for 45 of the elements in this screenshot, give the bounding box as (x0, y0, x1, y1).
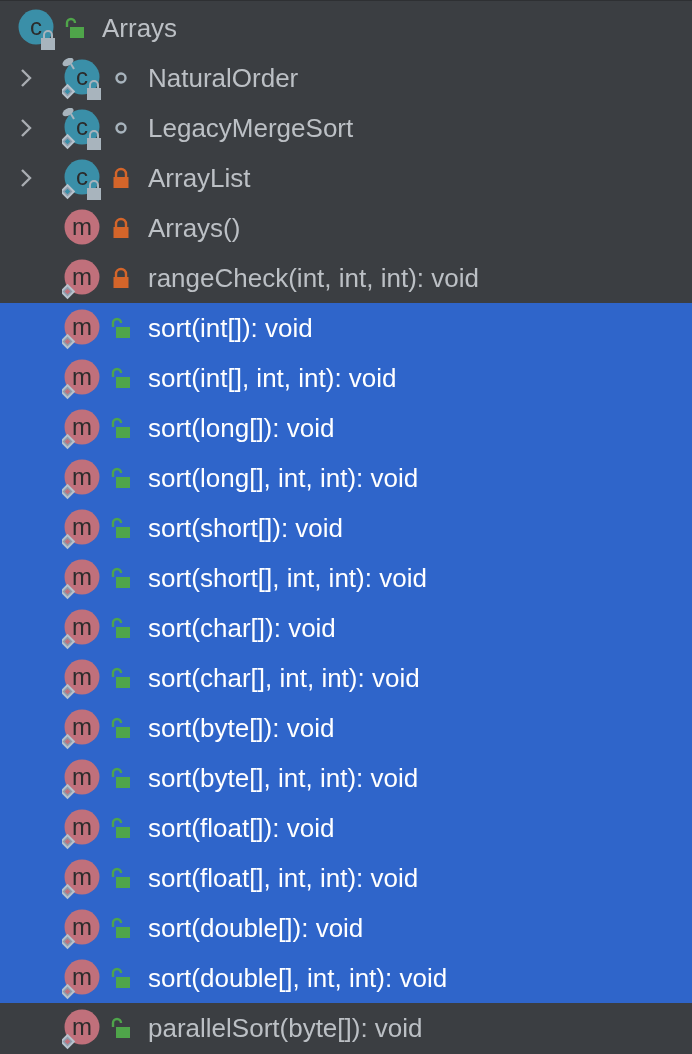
tree-row[interactable]: m sort(char[], int, int): void (0, 653, 692, 703)
tree-item-label: rangeCheck(int, int, int): void (148, 262, 479, 294)
tree-row[interactable]: m sort(double[], int, int): void (0, 953, 692, 1003)
tree-row[interactable]: m Arrays() (0, 203, 692, 253)
tree-row[interactable]: m sort(long[]): void (0, 403, 692, 453)
tree-row[interactable]: c Arrays (0, 3, 692, 53)
tree-item-label: LegacyMergeSort (148, 112, 354, 144)
tree-row[interactable]: m sort(char[]): void (0, 603, 692, 653)
tree-row[interactable]: m sort(float[], int, int): void (0, 853, 692, 903)
tree-row[interactable]: m parallelSort(byte[]): void (0, 1003, 692, 1053)
tree-item-label: Arrays (102, 12, 178, 44)
tree-item-label: ArrayList (148, 162, 251, 194)
tree-item-label: sort(char[], int, int): void (148, 662, 420, 694)
chevron-right-icon[interactable] (18, 167, 34, 189)
tree-item-label: sort(float[], int, int): void (148, 862, 419, 894)
tree-item-label: sort(short[], int, int): void (148, 562, 427, 594)
tree-row[interactable]: m sort(long[], int, int): void (0, 453, 692, 503)
tree-item-label: sort(int[]): void (148, 312, 313, 344)
chevron-right-icon[interactable] (18, 117, 34, 139)
tree-item-label: sort(byte[]): void (148, 712, 335, 744)
tree-row[interactable]: m sort(byte[], int, int): void (0, 753, 692, 803)
tree-item-label: parallelSort(byte[]): void (148, 1012, 423, 1044)
tree-item-label: sort(long[]): void (148, 412, 335, 444)
chevron-right-icon[interactable] (18, 67, 34, 89)
tree-item-label: Arrays() (148, 212, 241, 244)
tree-item-label: NaturalOrder (148, 62, 299, 94)
tree-row[interactable]: m sort(int[]): void (0, 303, 692, 353)
tree-item-label: sort(byte[], int, int): void (148, 762, 419, 794)
tree-item-label: sort(long[], int, int): void (148, 462, 419, 494)
tree-row[interactable]: m sort(int[], int, int): void (0, 353, 692, 403)
tree-item-label: sort(double[], int, int): void (148, 962, 448, 994)
tree-row[interactable]: m rangeCheck(int, int, int): void (0, 253, 692, 303)
tree-row[interactable]: m sort(double[]): void (0, 903, 692, 953)
tree-row[interactable]: c NaturalOrder (0, 53, 692, 103)
tree-row[interactable]: m sort(float[]): void (0, 803, 692, 853)
tree-item-label: sort(double[]): void (148, 912, 364, 944)
tree-row[interactable]: c ArrayList (0, 153, 692, 203)
tree-item-label: sort(int[], int, int): void (148, 362, 397, 394)
tree-item-label: sort(char[]): void (148, 612, 336, 644)
tree-row[interactable]: m sort(byte[]): void (0, 703, 692, 753)
tree-item-label: sort(float[]): void (148, 812, 335, 844)
tree-row[interactable]: c LegacyMergeSort (0, 103, 692, 153)
tree-row[interactable]: m sort(short[], int, int): void (0, 553, 692, 603)
tree-row[interactable]: m sort(short[]): void (0, 503, 692, 553)
tree-item-label: sort(short[]): void (148, 512, 344, 544)
